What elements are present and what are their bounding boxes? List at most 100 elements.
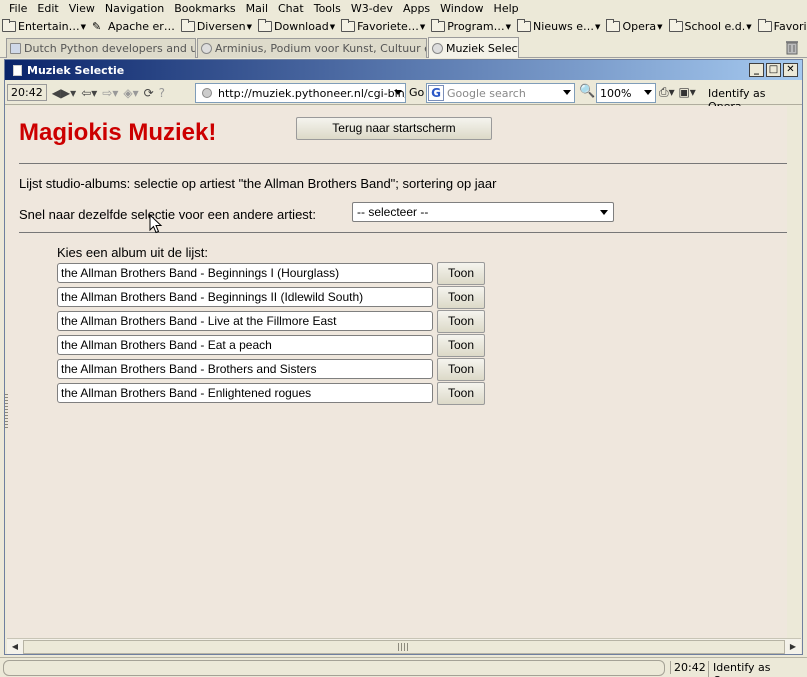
tab-bar: Dutch Python developers and users Armini…	[0, 36, 807, 58]
album-field[interactable]: the Allman Brothers Band - Brothers and …	[57, 359, 433, 379]
wand-icon[interactable]: ?	[159, 86, 165, 100]
rewind-icon[interactable]: ◀▶▾	[52, 86, 76, 100]
album-field[interactable]: the Allman Brothers Band - Beginnings II…	[57, 287, 433, 307]
bookmark-folder[interactable]: Favoriete…▼	[757, 19, 807, 33]
menu-view[interactable]: View	[64, 0, 100, 17]
google-icon[interactable]: G	[428, 85, 444, 101]
scroll-left-icon[interactable]: ◀	[8, 640, 22, 654]
page-icon	[10, 43, 21, 54]
folder-icon	[341, 19, 356, 32]
folder-icon	[517, 19, 532, 32]
search-field[interactable]: G Google search	[426, 83, 575, 103]
scrollbar-thumb[interactable]	[23, 640, 785, 654]
minimize-button[interactable]: _	[749, 63, 764, 77]
menu-window[interactable]: Window	[435, 0, 488, 17]
scroll-right-icon[interactable]: ▶	[786, 640, 800, 654]
close-button[interactable]: ✕	[783, 63, 798, 77]
status-identify[interactable]: Identify as Opera	[708, 661, 807, 677]
divider	[19, 232, 787, 233]
bookmark-label: Favoriete…	[357, 20, 419, 33]
popup-camera-icons[interactable]: ⎙▾ ▣▾	[659, 85, 696, 100]
chevron-down-icon[interactable]	[394, 90, 402, 95]
toon-button[interactable]: Toon	[437, 309, 485, 333]
bookmark-folder[interactable]: Nieuws e… ▼	[517, 19, 600, 33]
menu-chat[interactable]: Chat	[273, 0, 309, 17]
other-artist-label: Snel naar dezelfde selectie voor een and…	[19, 207, 317, 222]
bookmark-label: Entertain…	[18, 20, 80, 33]
bookmark-folder[interactable]: Favoriete…▼	[341, 19, 425, 33]
album-field[interactable]: the Allman Brothers Band - Eat a peach	[57, 335, 433, 355]
menu-bookmarks[interactable]: Bookmarks	[169, 0, 240, 17]
chevron-down-icon[interactable]	[644, 90, 652, 95]
dropdown-arrow-icon: ▼	[505, 22, 512, 31]
mouse-cursor-icon	[149, 214, 163, 234]
document-icon	[13, 64, 22, 76]
selection-description: Lijst studio-albums: selectie op artiest…	[19, 176, 497, 191]
fast-forward-icon[interactable]: ◈▾	[123, 86, 138, 100]
bookmark-label: Favoriete…	[773, 20, 807, 33]
menu-w3dev[interactable]: W3-dev	[346, 0, 398, 17]
maximize-button[interactable]: □	[766, 63, 781, 77]
menu-mail[interactable]: Mail	[241, 0, 273, 17]
folder-icon	[431, 19, 446, 32]
globe-icon	[201, 43, 212, 54]
folder-icon	[2, 19, 16, 32]
status-bar: 20:42 Identify as Opera	[0, 657, 807, 677]
reload-icon[interactable]: ⟳	[144, 86, 154, 100]
bookmark-label: Apache er…	[108, 20, 175, 33]
go-button[interactable]: Go	[409, 86, 424, 99]
album-field[interactable]: the Allman Brothers Band - Beginnings I …	[57, 263, 433, 283]
toon-button[interactable]: Toon	[437, 261, 485, 285]
zoom-select[interactable]: 100%	[596, 83, 656, 103]
tab-arminius[interactable]: Arminius, Podium voor Kunst, Cultuur en …	[197, 38, 427, 58]
album-field[interactable]: the Allman Brothers Band - Enlightened r…	[57, 383, 433, 403]
tab-label: Muziek Selectie	[446, 41, 518, 55]
dropdown-arrow-icon: ▼	[80, 22, 86, 31]
menu-file[interactable]: File	[4, 0, 32, 17]
bookmark-folder[interactable]: School e.d. ▼	[668, 19, 752, 33]
browser-window: Muziek Selectie _ □ ✕ 20:42 ◀▶▾ ⇦▾ ⇨▾ ◈▾…	[4, 59, 803, 655]
chevron-down-icon[interactable]	[563, 90, 571, 95]
bookmarks-bar: Entertain… ▼ ✎ Apache er… Diversen ▼ Downlo…	[0, 17, 807, 36]
zoom-value: 100%	[600, 87, 632, 100]
panel-splitter[interactable]	[5, 394, 8, 430]
back-icon[interactable]: ⇦▾	[81, 86, 97, 100]
tab-label: Dutch Python developers and users	[24, 42, 195, 55]
horizontal-scrollbar[interactable]: ◀ ▶	[7, 638, 801, 654]
tab-muziek-selectie[interactable]: Muziek Selectie	[428, 37, 519, 58]
tab-dutch-python[interactable]: Dutch Python developers and users	[6, 38, 196, 58]
toon-button[interactable]: Toon	[437, 357, 485, 381]
window-title: Muziek Selectie	[27, 63, 125, 77]
menu-help[interactable]: Help	[489, 0, 524, 17]
page-content: Magiokis Muziek! Terug naar startscherm …	[7, 106, 787, 638]
bookmark-folder[interactable]: Opera ▼	[606, 19, 663, 33]
trash-icon[interactable]	[785, 39, 799, 55]
tab-label: Arminius, Podium voor Kunst, Cultuur en …	[215, 42, 426, 55]
list-item: the Allman Brothers Band - Live at the F…	[57, 309, 485, 333]
bookmark-folder[interactable]: Diversen ▼	[180, 19, 253, 33]
menu-edit[interactable]: Edit	[32, 0, 63, 17]
toon-button[interactable]: Toon	[437, 381, 485, 405]
menu-tools[interactable]: Tools	[309, 0, 346, 17]
list-item: the Allman Brothers Band - Beginnings I …	[57, 261, 485, 285]
toon-button[interactable]: Toon	[437, 333, 485, 357]
menu-navigation[interactable]: Navigation	[100, 0, 169, 17]
menu-apps[interactable]: Apps	[398, 0, 435, 17]
bookmark-folder[interactable]: Download ▼	[258, 19, 335, 33]
dropdown-arrow-icon: ▼	[246, 22, 253, 31]
toon-button[interactable]: Toon	[437, 285, 485, 309]
artist-select[interactable]: -- selecteer --	[352, 202, 614, 222]
bookmark-label: Program…	[447, 20, 505, 33]
bookmark-folder[interactable]: Program… ▼	[431, 19, 512, 33]
bookmark-folder[interactable]: Entertain… ▼	[2, 19, 86, 33]
chevron-down-icon[interactable]	[600, 210, 608, 215]
address-field[interactable]: http://muziek.pythoneer.nl/cgi-bin/	[195, 83, 406, 103]
list-item: the Allman Brothers Band - Beginnings II…	[57, 285, 485, 309]
window-controls: _ □ ✕	[749, 63, 798, 77]
album-field[interactable]: the Allman Brothers Band - Live at the F…	[57, 311, 433, 331]
bookmark-link[interactable]: ✎ Apache er…	[92, 20, 175, 33]
home-button[interactable]: Terug naar startscherm	[296, 117, 492, 140]
forward-icon[interactable]: ⇨▾	[102, 86, 118, 100]
globe-icon	[202, 88, 212, 98]
pen-icon: ✎	[92, 20, 102, 33]
